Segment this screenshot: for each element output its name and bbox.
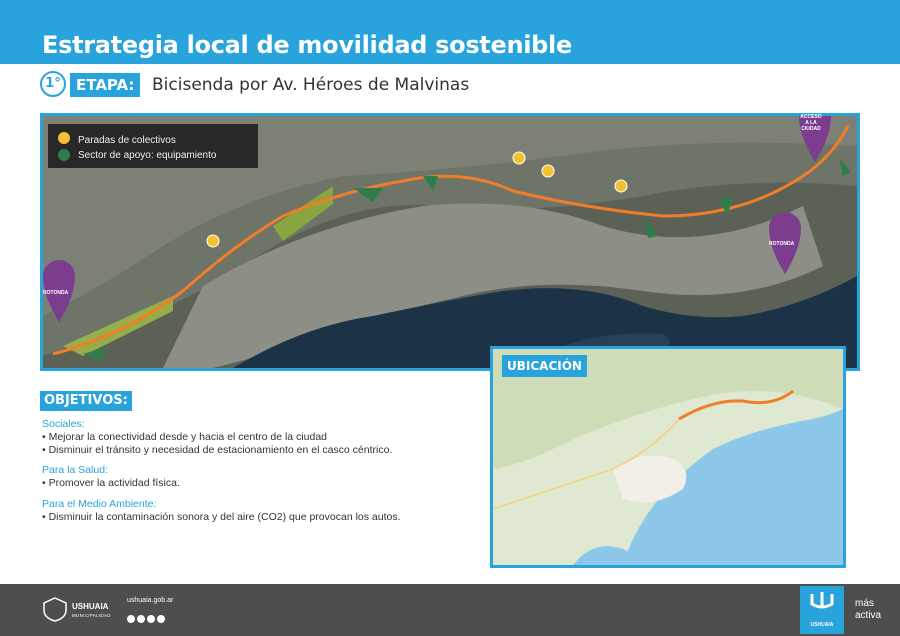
footer-website-link[interactable]: ushuaia.gob.ar xyxy=(127,597,173,604)
brand-mountain-icon xyxy=(810,592,834,609)
slogan-line-1: más xyxy=(855,598,874,609)
facebook-icon[interactable] xyxy=(127,615,135,623)
acceso-line-3: CIUDAD xyxy=(801,126,821,132)
objetivos-title: OBJETIVOS: xyxy=(40,391,132,411)
footer-logo-sub: MUNICIPALIDAD xyxy=(72,613,111,618)
instagram-icon[interactable] xyxy=(137,615,145,623)
footer-logo-name: USHUAIA xyxy=(72,602,109,611)
rotonda-label-right: ROTONDA xyxy=(769,241,795,247)
ubicacion-title: UBICACIÓN xyxy=(502,355,587,377)
acceso-label: ACCESO A LA CIUDAD xyxy=(799,114,823,132)
objetivos-item: • Disminuir el tránsito y necesidad de e… xyxy=(42,444,393,456)
brand-slogan: más activa xyxy=(855,598,897,622)
page-title: Estrategia local de movilidad sostenible xyxy=(42,31,572,59)
stage-title: Bicisenda por Av. Héroes de Malvinas xyxy=(152,75,470,95)
bus-stop-icon xyxy=(58,132,70,144)
header-banner: Estrategia local de movilidad sostenible xyxy=(0,0,900,64)
location-map xyxy=(490,346,846,568)
objetivos-category: Para la Salud: xyxy=(42,464,108,476)
objetivos-medio-ambiente: Para el Medio Ambiente: • Disminuir la c… xyxy=(42,498,401,524)
stage-number-badge: 1° xyxy=(40,71,66,97)
map-legend: Paradas de colectivos Sector de apoyo: e… xyxy=(48,124,258,168)
objetivos-item: • Mejorar la conectividad desde y hacia … xyxy=(42,431,328,443)
objetivos-item: • Disminuir la contaminación sonora y de… xyxy=(42,511,401,523)
legend-bus-stops: Paradas de colectivos xyxy=(78,135,176,146)
slogan-line-2: activa xyxy=(855,610,882,621)
stage-tag: ETAPA: xyxy=(70,73,141,97)
municipality-shield-icon xyxy=(43,597,67,622)
support-sector-icon xyxy=(58,149,70,161)
objetivos-salud: Para la Salud: • Promover la actividad f… xyxy=(42,464,180,490)
legend-icons xyxy=(58,132,70,161)
youtube-icon[interactable] xyxy=(157,615,165,623)
rotonda-label-left: ROTONDA xyxy=(43,290,69,296)
footer-social-links xyxy=(127,610,167,628)
objetivos-sociales: Sociales: • Mejorar la conectividad desd… xyxy=(42,418,392,457)
location-map-graphic xyxy=(493,349,843,565)
objetivos-category: Sociales: xyxy=(42,418,85,430)
legend-support-sector: Sector de apoyo: equipamiento xyxy=(78,150,217,161)
twitter-icon[interactable] xyxy=(147,615,155,623)
objetivos-item: • Promover la actividad física. xyxy=(42,477,180,489)
objetivos-category: Para el Medio Ambiente: xyxy=(42,498,157,510)
brand-word: USHUAIA xyxy=(810,622,834,628)
